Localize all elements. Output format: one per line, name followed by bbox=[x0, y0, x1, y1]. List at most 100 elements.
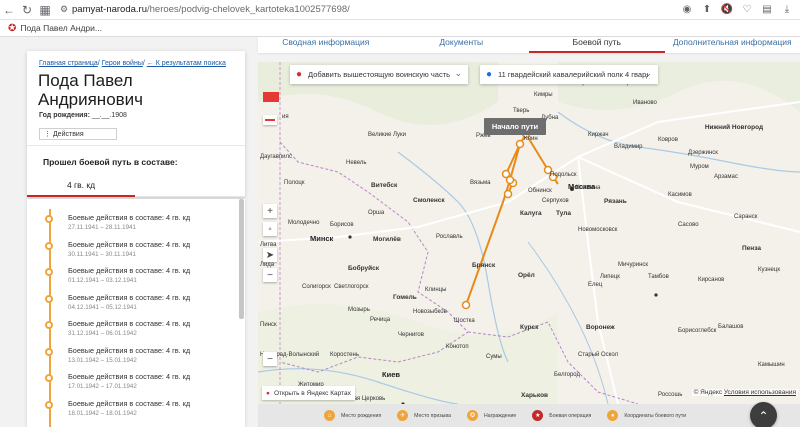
tab-combat-path[interactable]: Боевой путь bbox=[529, 37, 665, 53]
birth-value: __.__.1908 bbox=[91, 112, 127, 119]
city-label: Солигорск bbox=[302, 284, 331, 290]
site-info-icon[interactable]: ⚙ bbox=[60, 4, 72, 15]
timeline-dot-icon bbox=[45, 241, 53, 250]
select-label: 11 гвардейский кавалерийский полк 4 гвар… bbox=[498, 70, 648, 79]
layer-toggle[interactable] bbox=[263, 92, 279, 102]
legend-label: Награждение bbox=[483, 412, 517, 419]
share-icon[interactable]: ⬆ bbox=[700, 3, 714, 17]
city-label: Вязьма bbox=[470, 180, 491, 186]
route-coordinates-icon: ● bbox=[607, 410, 619, 421]
city-label: Арзамас bbox=[714, 174, 738, 180]
river bbox=[557, 111, 800, 173]
city-label: Кузнецк bbox=[758, 267, 780, 273]
tab-documents[interactable]: Документы bbox=[394, 37, 530, 53]
scrollbar[interactable] bbox=[239, 199, 244, 319]
timeline-item[interactable]: Боевые действия в составе: 4 гв. кд 31.12… bbox=[41, 318, 231, 344]
city-label: Муром bbox=[690, 164, 709, 170]
timeline-item[interactable]: Боевые действия в составе: 4 гв. кд 30.11… bbox=[41, 239, 231, 265]
combat-path-heading: Прошел боевой путь в составе: bbox=[43, 157, 178, 167]
timeline-dot-icon bbox=[45, 400, 53, 409]
city-label: Елец bbox=[588, 282, 603, 288]
timeline-dot-icon bbox=[45, 321, 53, 329]
city-label: Кирсанов bbox=[698, 277, 725, 283]
reload-icon[interactable]: ↻ bbox=[18, 1, 36, 19]
timeline-item[interactable]: Боевые действия в составе: 4 гв. кд 13.01… bbox=[41, 345, 231, 371]
birthplace-icon: ⌂ bbox=[324, 410, 335, 421]
terms-link[interactable]: Условия использования bbox=[724, 389, 796, 396]
legend-label: Место призыва bbox=[414, 412, 451, 419]
legend-item: ✈ Место призыва bbox=[397, 410, 451, 421]
timeline-item[interactable]: Боевые действия в составе: 4 гв. кд 27.11… bbox=[41, 212, 231, 238]
tab-grid-icon[interactable]: ▦ bbox=[36, 1, 54, 19]
breadcrumb-home-link[interactable]: Главная страница bbox=[39, 60, 98, 67]
city-label: Россошь bbox=[658, 392, 683, 398]
city-label: Витебск bbox=[371, 182, 398, 189]
camera-icon[interactable]: ◉ bbox=[680, 3, 694, 17]
timeline-item[interactable]: Боевые действия в составе: 4 гв. кд 04.12… bbox=[41, 292, 231, 318]
unit-tab[interactable]: 4 гв. кд bbox=[27, 174, 135, 197]
timeline-title: Боевые действия в составе: 4 гв. кд bbox=[68, 239, 191, 249]
birth-label: Год рождения: bbox=[39, 112, 90, 119]
download-icon[interactable]: ⤓ bbox=[780, 3, 794, 17]
city-label: Обнинск bbox=[528, 188, 552, 194]
timeline-dot-icon bbox=[45, 374, 53, 382]
city-label: Харьков bbox=[521, 392, 549, 399]
map-legend: ⌂ Место рождения ✈ Место призыва ✪ Награ… bbox=[258, 404, 800, 427]
city-label: Молодечно bbox=[288, 220, 320, 226]
bookmark-item[interactable]: Пода Павел Андри... bbox=[20, 23, 102, 33]
back-arrow-icon[interactable]: ← bbox=[0, 1, 18, 19]
unit-select[interactable]: ● 11 гвардейский кавалерийский полк 4 гв… bbox=[480, 65, 658, 84]
city-label: Борисов bbox=[330, 222, 354, 228]
zoom-reset-button[interactable]: − bbox=[263, 352, 277, 366]
actions-button[interactable]: ⋮ Действия bbox=[39, 128, 117, 140]
tab-summary[interactable]: Сводная информация bbox=[258, 37, 394, 53]
heart-icon[interactable]: ♡ bbox=[740, 3, 754, 17]
timeline-date: 01.12.1941 – 03.12.1941 bbox=[68, 277, 137, 284]
city-label: Смоленск bbox=[413, 197, 445, 204]
timeline-item[interactable]: Боевые действия в составе: 4 гв. кд 17.01… bbox=[41, 371, 231, 397]
zoom-out-button[interactable]: − bbox=[263, 268, 277, 282]
legend-label: Место рождения bbox=[341, 412, 382, 419]
city-label: Минск bbox=[310, 234, 334, 243]
city-label: Пенза bbox=[742, 245, 761, 252]
city-label: Полоцк bbox=[284, 180, 305, 186]
timeline-item[interactable]: Боевые действия в составе: 4 гв. кд 01.12… bbox=[41, 265, 231, 291]
tab-additional-info[interactable]: Дополнительная информация bbox=[665, 37, 800, 53]
zoom-in-button[interactable]: + bbox=[263, 204, 277, 218]
map-view[interactable]: Москва Тверь Дубна Ржев Вязьма Смоленск … bbox=[258, 62, 800, 404]
city-label: Мичуринск bbox=[618, 262, 649, 268]
city-label: Тамбов bbox=[648, 274, 669, 280]
city-label: Новомосковск bbox=[578, 227, 618, 233]
city-label: Белгород bbox=[554, 372, 581, 378]
zoom-slider[interactable]: ◦ bbox=[263, 222, 277, 236]
scroll-to-top-button[interactable]: ⌃ bbox=[750, 402, 777, 427]
divider bbox=[27, 145, 245, 146]
person-name: Пода Павел Андриянович bbox=[38, 71, 144, 109]
breadcrumb-heroes-link[interactable]: Герои войны bbox=[102, 60, 143, 67]
city-dot bbox=[654, 293, 658, 297]
map-copyright: © Яндекс Условия использования bbox=[691, 389, 798, 396]
city-label: Тверь bbox=[513, 108, 530, 114]
back-to-results-link[interactable]: ← К результатам поиска bbox=[147, 60, 226, 67]
timeline-item[interactable]: Боевые действия в составе: 4 гв. кд 18.01… bbox=[41, 398, 231, 424]
address-bar[interactable]: ⚙ pamyat-naroda.ru/heroes/podvig-chelove… bbox=[60, 2, 674, 18]
city-label: Речица bbox=[370, 317, 391, 323]
city-label: Брянск bbox=[472, 262, 496, 269]
mute-icon[interactable]: 🔇 bbox=[720, 3, 734, 17]
city-label: Пинск bbox=[260, 322, 277, 328]
timeline-date: 18.01.1942 – 18.01.1942 bbox=[68, 409, 137, 417]
open-in-yandex-maps-button[interactable]: ● Открыть в Яндекс Картах bbox=[262, 386, 355, 400]
timeline-title: Боевые действия в составе: 4 гв. кд bbox=[68, 345, 191, 355]
map-pin-icon: ● bbox=[486, 69, 493, 80]
city-label: Владимир bbox=[614, 144, 643, 150]
url-path: /heroes/podvig-chelovek_kartoteka1002577… bbox=[146, 4, 350, 15]
add-parent-unit-select[interactable]: ● Добавить вышестоящую воинскую часть ⌄ bbox=[290, 65, 468, 84]
legend-label: Боевая операция bbox=[549, 412, 592, 419]
timeline-date: 13.01.1942 – 15.01.1942 bbox=[68, 356, 137, 364]
geolocation-button[interactable]: ➤ bbox=[263, 248, 277, 262]
timeline-title: Боевые действия в составе: 4 гв. кд bbox=[68, 266, 191, 275]
fullscreen-button[interactable] bbox=[263, 115, 277, 125]
page-content: Главная страница/ Герои войны/ ← К резул… bbox=[0, 37, 800, 427]
bookmark-star-icon: ✪ bbox=[8, 22, 17, 34]
extension-icon[interactable]: ▤ bbox=[760, 3, 774, 17]
